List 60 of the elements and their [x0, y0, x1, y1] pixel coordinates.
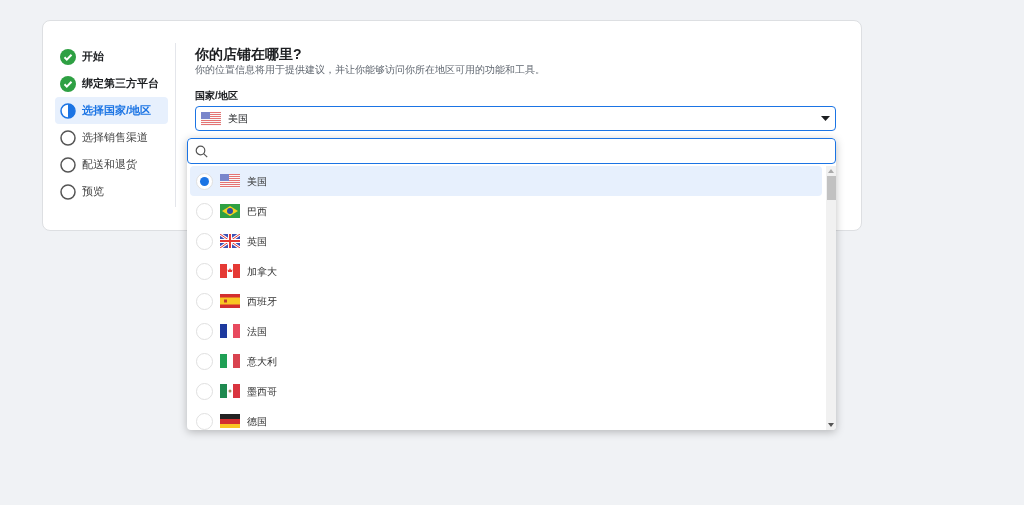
radio-button[interactable] — [196, 382, 213, 400]
check-icon — [60, 48, 76, 65]
empty-circle-icon — [60, 156, 76, 173]
radio-button[interactable] — [196, 292, 213, 310]
country-name: 巴西 — [247, 204, 267, 219]
country-select[interactable]: 美国 — [195, 106, 836, 131]
flag-icon — [220, 264, 240, 278]
country-option[interactable]: 法国 — [190, 316, 822, 346]
radio-button[interactable] — [196, 172, 213, 190]
scroll-down-icon[interactable] — [828, 422, 834, 428]
country-name: 墨西哥 — [247, 384, 277, 399]
page-heading: 你的店铺在哪里? — [195, 45, 303, 63]
flag-icon — [220, 294, 240, 308]
field-label: 国家/地区 — [195, 89, 239, 103]
step-item[interactable]: 选择销售渠道 — [55, 124, 168, 151]
empty-circle-icon — [60, 183, 76, 200]
scroll-up-icon[interactable] — [828, 168, 834, 174]
country-name: 美国 — [247, 174, 267, 189]
radio-button[interactable] — [196, 322, 213, 340]
caret-icon — [821, 116, 830, 121]
country-option[interactable]: 墨西哥 — [190, 376, 822, 406]
flag-icon — [220, 414, 240, 428]
step-item[interactable]: 绑定第三方平台 — [55, 70, 168, 97]
step-item[interactable]: 预览 — [55, 178, 168, 205]
flag-icon — [220, 354, 240, 368]
country-name: 德国 — [247, 414, 267, 429]
half-circle-icon — [60, 102, 76, 119]
flag-icon — [201, 111, 221, 126]
radio-button[interactable] — [196, 232, 213, 250]
country-option[interactable]: 巴西 — [190, 196, 822, 226]
flag-icon — [220, 324, 240, 338]
radio-button[interactable] — [196, 262, 213, 280]
check-icon — [60, 75, 76, 92]
scrollbar[interactable] — [826, 166, 836, 430]
step-item[interactable]: 配送和退货 — [55, 151, 168, 178]
country-name: 西班牙 — [247, 294, 277, 309]
country-option[interactable]: 西班牙 — [190, 286, 822, 316]
country-name: 加拿大 — [247, 264, 277, 279]
search-field[interactable] — [187, 138, 836, 164]
flag-icon — [220, 204, 240, 218]
search-icon — [195, 144, 208, 158]
radio-button[interactable] — [196, 352, 213, 370]
country-option[interactable]: 德国 — [190, 406, 822, 430]
country-name: 意大利 — [247, 354, 277, 369]
flag-icon — [220, 174, 240, 188]
description-text: 你的位置信息将用于提供建议，并让你能够访问你所在地区可用的功能和工具。 — [195, 63, 546, 77]
flag-icon — [220, 384, 240, 398]
country-name: 法国 — [247, 324, 267, 339]
scrollbar-thumb[interactable] — [826, 176, 836, 200]
empty-circle-icon — [60, 129, 76, 146]
country-name: 英国 — [247, 234, 267, 249]
radio-button[interactable] — [196, 202, 213, 220]
step-item[interactable]: 开始 — [55, 43, 168, 70]
country-option[interactable]: 英国 — [190, 226, 822, 256]
country-option[interactable]: 意大利 — [190, 346, 822, 376]
step-item[interactable]: 选择国家/地区 — [55, 97, 168, 124]
country-option[interactable]: 美国 — [190, 166, 822, 196]
country-option[interactable]: 加拿大 — [190, 256, 822, 286]
flag-icon — [220, 234, 240, 248]
radio-button[interactable] — [196, 412, 213, 430]
